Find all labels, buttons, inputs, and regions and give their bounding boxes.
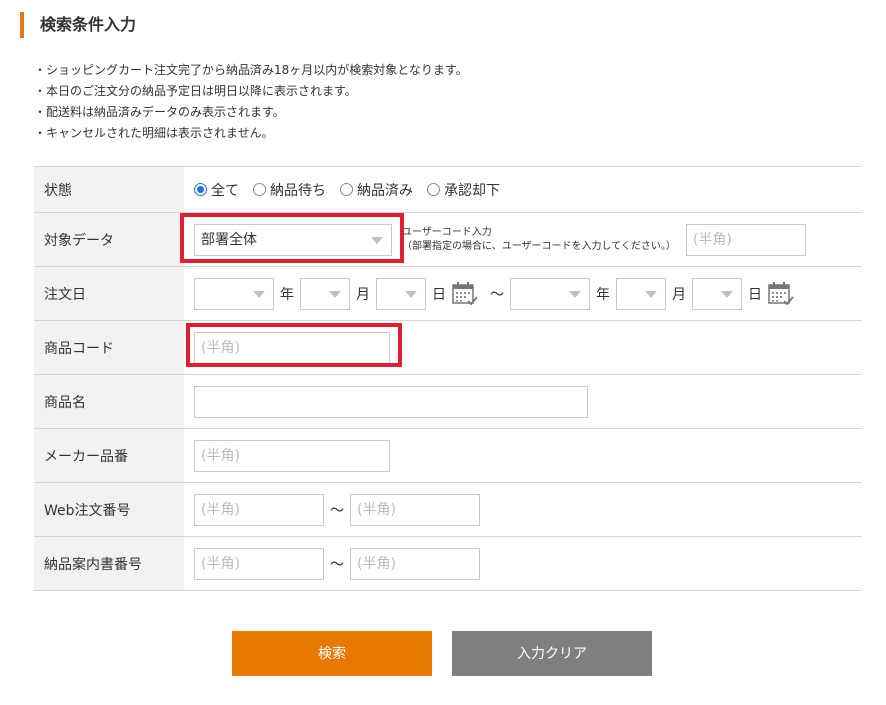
product-code-row: 商品コード (34, 320, 862, 375)
web-order-no-to-input[interactable] (350, 493, 480, 526)
web-order-no-label: Web注文番号 (34, 482, 184, 537)
web-order-no-from-input[interactable] (194, 493, 324, 526)
delivery-note-no-to-input[interactable] (350, 547, 480, 580)
chevron-down-icon (569, 290, 581, 298)
order-date-to-day-select[interactable] (692, 277, 742, 310)
status-row: 状態 全て 納品待ち 納品済み 承認却下 (34, 166, 862, 213)
status-label: 状態 (34, 166, 184, 213)
target-data-label: 対象データ (34, 212, 184, 267)
order-date-to-year-select[interactable] (510, 277, 590, 310)
order-date-from-month-select[interactable] (300, 277, 350, 310)
status-radio-all[interactable]: 全て (194, 180, 239, 200)
radio-unchecked-icon[interactable] (253, 183, 266, 196)
clear-button[interactable]: 入力クリア (452, 631, 652, 676)
maker-part-no-input[interactable] (194, 439, 390, 472)
status-option-label: 承認却下 (444, 182, 500, 199)
maker-part-no-label: メーカー品番 (34, 428, 184, 483)
target-data-row: 対象データ 部署全体 ユーザーコード入力 （部署指定の場合に、ユーザーコードを入… (34, 212, 862, 267)
search-button[interactable]: 検索 (232, 631, 432, 676)
chevron-down-icon (329, 290, 341, 298)
chevron-down-icon (721, 290, 733, 298)
user-code-hint-detail: （部署指定の場合に、ユーザーコードを入力してください。） (402, 240, 676, 252)
notes-list: ・ショッピングカート注文完了から納品済み18ヶ月以内が検索対象となります。 ・本… (34, 60, 468, 144)
radio-unchecked-icon[interactable] (340, 183, 353, 196)
target-data-selected: 部署全体 (201, 231, 257, 248)
chevron-down-icon (253, 290, 265, 298)
radio-unchecked-icon[interactable] (427, 183, 440, 196)
product-name-label: 商品名 (34, 374, 184, 429)
chevron-down-icon (405, 290, 417, 298)
chevron-down-icon (371, 236, 383, 244)
month-unit: 月 (672, 286, 686, 303)
order-date-from-day-select[interactable] (376, 277, 426, 310)
day-unit: 日 (432, 286, 446, 303)
maker-part-no-row: メーカー品番 (34, 428, 862, 483)
order-date-row: 注文日 年 月 日 ～ 年 月 日 (34, 266, 862, 321)
calendar-icon[interactable] (452, 281, 478, 307)
day-unit: 日 (748, 286, 762, 303)
product-code-input[interactable] (194, 331, 390, 364)
status-option-label: 納品待ち (270, 182, 326, 199)
month-unit: 月 (356, 286, 370, 303)
note-item: ・配送料は納品済みデータのみ表示されます。 (34, 105, 285, 119)
target-data-select[interactable]: 部署全体 (194, 223, 392, 256)
status-radio-awaiting[interactable]: 納品待ち (253, 180, 326, 200)
product-name-row: 商品名 (34, 374, 862, 429)
order-date-to-month-select[interactable] (616, 277, 666, 310)
web-order-no-row: Web注文番号 ～ (34, 482, 862, 537)
delivery-note-no-from-input[interactable] (194, 547, 324, 580)
status-radio-rejected[interactable]: 承認却下 (427, 180, 500, 200)
order-date-label: 注文日 (34, 266, 184, 321)
status-option-label: 納品済み (357, 182, 413, 199)
status-option-label: 全て (211, 182, 239, 199)
range-separator: ～ (490, 286, 504, 303)
user-code-hint-title: ユーザーコード入力 (402, 226, 492, 238)
search-form-table: 状態 全て 納品待ち 納品済み 承認却下 対象データ 部署全体 ユーザーコード入… (34, 166, 862, 591)
user-code-hint: ユーザーコード入力 （部署指定の場合に、ユーザーコードを入力してください。） (402, 226, 676, 254)
calendar-icon[interactable] (768, 281, 794, 307)
range-separator: ～ (330, 502, 344, 519)
radio-checked-icon[interactable] (194, 183, 207, 196)
chevron-down-icon (645, 290, 657, 298)
note-item: ・本日のご注文分の納品予定日は明日以降に表示されます。 (34, 84, 357, 98)
delivery-note-no-row: 納品案内書番号 ～ (34, 536, 862, 591)
section-title: 検索条件入力 (20, 12, 136, 38)
status-radio-group: 全て 納品待ち 納品済み 承認却下 (194, 180, 862, 200)
note-item: ・ショッピングカート注文完了から納品済み18ヶ月以内が検索対象となります。 (34, 63, 468, 77)
note-item: ・キャンセルされた明細は表示されません。 (34, 126, 274, 140)
range-separator: ～ (330, 556, 344, 573)
product-code-label: 商品コード (34, 320, 184, 375)
user-code-input[interactable] (685, 223, 806, 256)
product-name-input[interactable] (194, 385, 588, 418)
year-unit: 年 (280, 286, 294, 303)
order-date-from-year-select[interactable] (194, 277, 274, 310)
delivery-note-no-label: 納品案内書番号 (34, 536, 184, 591)
status-radio-delivered[interactable]: 納品済み (340, 180, 413, 200)
year-unit: 年 (596, 286, 610, 303)
